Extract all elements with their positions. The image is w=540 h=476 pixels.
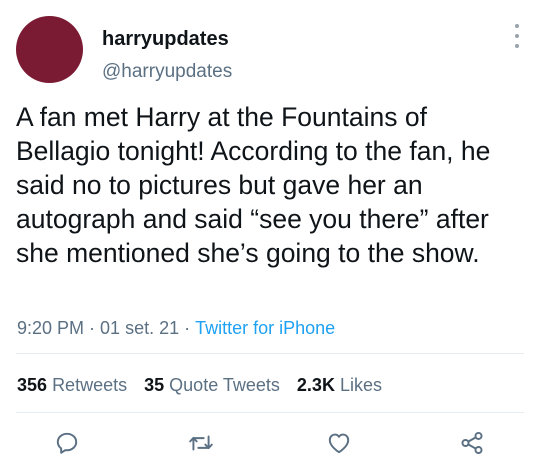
- tweet-date[interactable]: 01 set. 21: [100, 318, 179, 338]
- more-options-icon[interactable]: [509, 24, 525, 48]
- quote-tweets-count: 35: [144, 375, 165, 395]
- share-button[interactable]: [458, 429, 486, 457]
- divider: [16, 412, 524, 413]
- like-button[interactable]: [325, 429, 353, 457]
- tweet-time[interactable]: 9:20 PM: [17, 318, 84, 338]
- retweet-icon: [189, 435, 213, 451]
- likes-count: 2.3K: [296, 375, 335, 395]
- share-icon: [461, 431, 483, 455]
- dot-icon: [515, 44, 519, 48]
- reply-button[interactable]: [53, 429, 81, 457]
- like-icon: [328, 433, 350, 454]
- retweets-stat[interactable]: 356 Retweets: [17, 375, 127, 395]
- reply-icon: [56, 432, 78, 454]
- display-name[interactable]: harryupdates: [102, 28, 229, 51]
- quote-tweets-label: Quote Tweets: [169, 375, 280, 395]
- meta-separator: ·: [184, 318, 191, 338]
- user-handle[interactable]: @harryupdates: [102, 61, 232, 83]
- retweets-label: Retweets: [52, 375, 128, 395]
- tweet-source-link[interactable]: Twitter for iPhone: [195, 318, 335, 338]
- tweet-meta: 9:20 PM · 01 set. 21 · Twitter for iPhone: [17, 318, 335, 339]
- dot-icon: [515, 24, 519, 28]
- likes-stat[interactable]: 2.3K Likes: [297, 375, 382, 395]
- retweets-count: 356: [17, 375, 48, 395]
- meta-separator: ·: [89, 318, 96, 338]
- likes-label: Likes: [339, 375, 382, 395]
- quote-tweets-stat[interactable]: 35 Quote Tweets: [144, 375, 280, 395]
- divider: [16, 353, 524, 354]
- avatar[interactable]: [16, 16, 83, 83]
- dot-icon: [515, 34, 519, 38]
- retweet-button[interactable]: [187, 429, 215, 457]
- engagement-stats: 356 Retweets 35 Quote Tweets 2.3K Likes: [17, 375, 394, 396]
- tweet-text: A fan met Harry at the Fountains of Bell…: [16, 102, 491, 268]
